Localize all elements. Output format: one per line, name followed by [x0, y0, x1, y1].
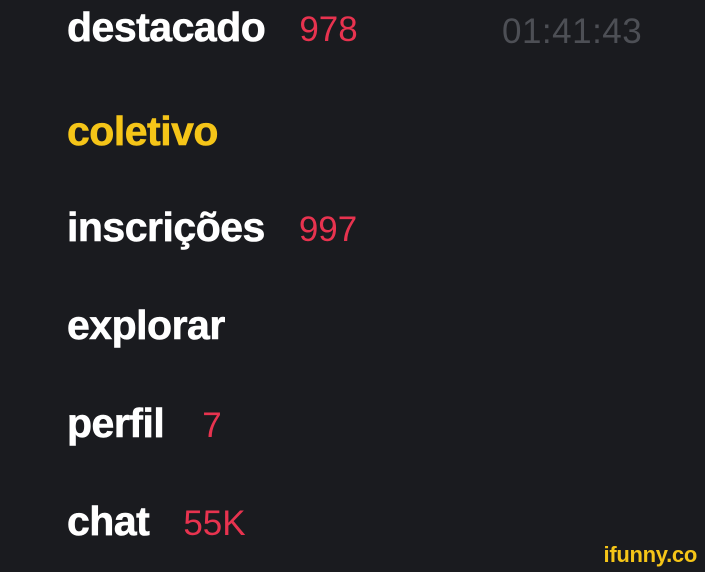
menu-item-chat[interactable]: chat 55K [67, 498, 246, 545]
notification-count-badge: 978 [299, 10, 358, 49]
menu-item-label: destacado [67, 4, 266, 51]
menu-item-label: coletivo [67, 108, 219, 155]
menu-item-label: perfil [67, 400, 165, 447]
notification-count-badge: 7 [202, 406, 222, 445]
menu-item-label: explorar [67, 302, 226, 349]
menu-item-perfil[interactable]: perfil 7 [67, 400, 222, 447]
timestamp: 01:41:43 [502, 12, 643, 51]
notification-count-badge: 55K [183, 504, 246, 543]
navigation-menu: destacado 978 coletivo inscrições 997 ex… [0, 0, 705, 572]
menu-item-label: chat [67, 498, 150, 545]
notification-count-badge: 997 [298, 210, 358, 249]
menu-item-coletivo[interactable]: coletivo [67, 108, 219, 155]
menu-item-destacado[interactable]: destacado 978 [67, 4, 358, 51]
menu-item-explorar[interactable]: explorar [67, 302, 226, 349]
menu-item-inscricoes[interactable]: inscrições 997 [67, 204, 358, 251]
watermark-logo: ifunny.co [603, 542, 698, 567]
menu-item-label: inscrições [67, 204, 266, 251]
